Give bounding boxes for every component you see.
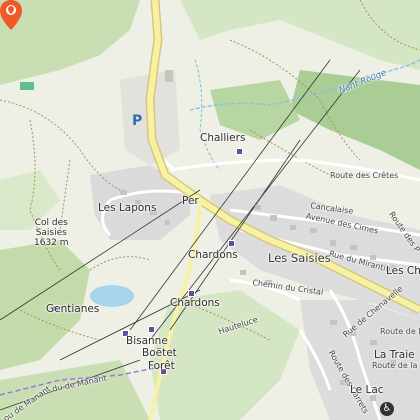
bus-stop-icon[interactable] xyxy=(148,326,155,333)
place-label-le-lac: Le Lac xyxy=(350,384,384,396)
parking-icon[interactable]: P xyxy=(132,113,142,129)
place-label-les-saisies: Les Saisies xyxy=(268,251,331,265)
bus-stop-icon[interactable] xyxy=(188,290,195,297)
map-pin-icon[interactable] xyxy=(0,0,22,30)
place-label-la-traie: La Traie xyxy=(374,349,415,361)
place-label-les-cha: Les Cha xyxy=(386,265,420,277)
place-label-col-des-saisies: Col des Saisies 1632 m xyxy=(34,218,69,248)
place-label-bisanne: Bisanne xyxy=(126,335,168,347)
street-label: Route de la xyxy=(380,327,420,336)
place-label-chardons: Chardons xyxy=(188,249,238,261)
place-label-gentianes: Gentianes xyxy=(46,303,100,315)
accessibility-icon[interactable]: ♿ xyxy=(380,402,394,416)
street-label: Route de la Tr xyxy=(372,361,420,370)
place-label-per: Per xyxy=(182,195,199,207)
place-label-challiers: Challiers xyxy=(200,132,246,144)
bus-stop-icon[interactable] xyxy=(228,240,235,247)
street-label: Route des Crêtes xyxy=(330,171,399,180)
map-canvas[interactable]: P Nant Rouge Challiers Route des Crêtes … xyxy=(0,0,420,420)
map-base xyxy=(0,0,420,420)
place-label-foret: Forêt xyxy=(148,360,175,372)
place-label-chardons: Chardons xyxy=(170,297,220,309)
bus-stop-icon[interactable] xyxy=(236,148,243,155)
place-label-boetet: Boëtet xyxy=(142,347,177,359)
place-label-les-lapons: Les Lapons xyxy=(98,202,157,214)
